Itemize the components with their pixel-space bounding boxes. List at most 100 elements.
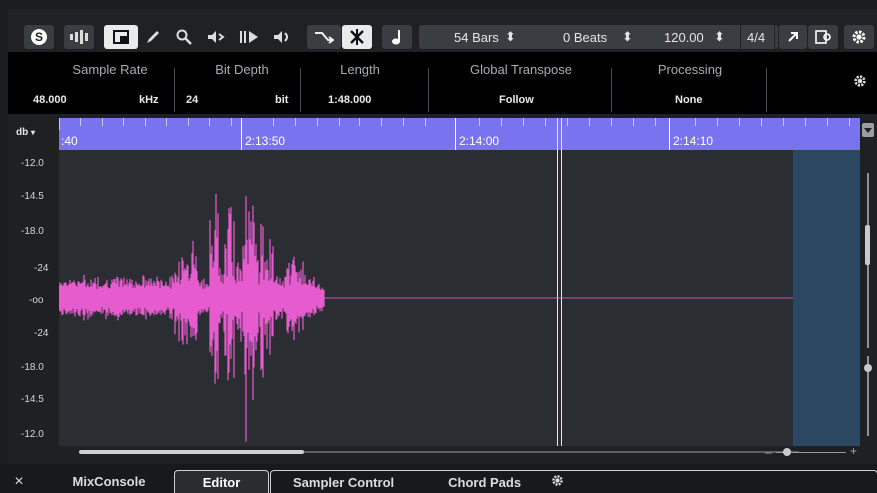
speaker-tool[interactable] xyxy=(267,25,297,49)
length-value[interactable]: 1:48.000 xyxy=(328,94,371,106)
level-scale: db ▾ -12.0 -14.5 -18.0 -24 -oo -24 -18.0… xyxy=(8,118,59,448)
db-tick: -12.0 xyxy=(21,429,44,440)
processing-value[interactable]: None xyxy=(675,94,703,106)
info-line-settings-button[interactable] xyxy=(853,74,867,93)
horizontal-scroll-thumb[interactable] xyxy=(79,450,304,454)
zoom-tool[interactable] xyxy=(170,25,198,49)
settings-button[interactable] xyxy=(844,25,874,49)
tab-mixconsole[interactable]: MixConsole xyxy=(44,470,174,493)
open-in-window-button[interactable] xyxy=(779,25,807,49)
audition-loop-icon xyxy=(70,30,88,44)
draw-tool[interactable] xyxy=(139,25,167,49)
signature-value: 4/4 xyxy=(747,29,766,45)
beats-field[interactable]: 0 Beats xyxy=(563,25,607,49)
sample-rate-label: Sample Rate xyxy=(72,62,148,77)
tab-settings[interactable] xyxy=(551,474,564,490)
auto-scroll-icon xyxy=(315,32,334,44)
signature-field[interactable]: 4/4 xyxy=(747,25,765,49)
tempo-value: 120.00 xyxy=(664,29,704,45)
tab-editor[interactable]: Editor xyxy=(174,470,269,493)
ruler-label: :40 xyxy=(61,134,78,148)
db-tick: -14.5 xyxy=(21,191,44,202)
tab-label: Editor xyxy=(202,474,241,490)
ruler-label: 2:13:50 xyxy=(245,134,286,148)
object-selection-tool[interactable] xyxy=(104,25,138,49)
divider xyxy=(766,68,767,112)
bit-depth-unit: bit xyxy=(275,94,289,106)
speaker-arrow-icon xyxy=(208,31,225,43)
beats-stepper[interactable]: ⬍ xyxy=(622,25,633,49)
processing-label: Processing xyxy=(657,62,723,77)
close-icon: × xyxy=(14,472,24,490)
sample-rate-value: 48.000 xyxy=(33,94,67,106)
playback-cursor[interactable] xyxy=(561,118,562,446)
ruler-label: 2:14:00 xyxy=(459,134,500,148)
gear-icon xyxy=(852,30,866,44)
level-scale-menu[interactable]: db ▾ xyxy=(16,127,35,138)
tempo-field[interactable]: 120.00 xyxy=(664,25,704,49)
separator xyxy=(740,25,741,49)
global-transpose-value[interactable]: Follow xyxy=(499,94,534,106)
horizontal-scroll-area: – + xyxy=(59,444,877,464)
window-layout-icon xyxy=(815,30,831,44)
time-ruler[interactable]: :40 2:13:50 2:14:00 2:14:10 xyxy=(59,118,861,150)
zoom-out-icon[interactable]: – xyxy=(765,445,772,459)
vertical-scroll-thumb[interactable] xyxy=(865,225,870,265)
selection-range-icon xyxy=(113,30,129,44)
bars-field[interactable]: 54 Bars xyxy=(454,25,499,49)
arrow-up-right-icon xyxy=(788,32,798,42)
audition-tool[interactable] xyxy=(202,25,230,49)
bit-depth-value[interactable]: 24 xyxy=(186,94,198,106)
tab-chord-pads[interactable]: Chord Pads xyxy=(448,475,521,490)
length-label: Length xyxy=(340,62,380,77)
beats-value: 0 Beats xyxy=(563,29,608,45)
ruler-label: 2:14:10 xyxy=(673,134,714,148)
tempo-stepper[interactable]: ⬍ xyxy=(714,25,725,49)
magnifier-icon xyxy=(176,29,192,45)
sample-rate-unit: kHz xyxy=(139,94,159,106)
snap-zero-crossing-icon xyxy=(350,29,364,45)
snap-to-zero-button[interactable] xyxy=(342,25,372,49)
db-label: db xyxy=(16,127,29,138)
chevron-down-icon xyxy=(864,128,872,133)
speaker-icon xyxy=(274,31,288,43)
close-lower-zone-button[interactable]: × xyxy=(9,470,29,493)
tab-sampler-control[interactable]: Sampler Control xyxy=(293,475,394,490)
db-tick: -24 xyxy=(34,263,49,274)
db-tick: -18.0 xyxy=(21,226,44,237)
playback-cursor[interactable] xyxy=(557,118,558,446)
play-bars-icon xyxy=(240,31,258,43)
tab-strip: Sampler Control Chord Pads xyxy=(270,470,877,493)
note-icon xyxy=(392,30,400,45)
musical-mode-button[interactable] xyxy=(382,25,412,49)
solo-icon: S xyxy=(31,29,47,45)
divider xyxy=(174,68,175,112)
up-down-icon: ⬍ xyxy=(622,29,633,44)
separator xyxy=(774,25,775,49)
divider xyxy=(428,68,429,112)
pencil-icon xyxy=(147,31,159,43)
gear-icon xyxy=(854,75,866,87)
auto-scroll-button[interactable] xyxy=(307,25,341,49)
up-down-icon: ⬍ xyxy=(714,29,725,44)
bit-depth-label: Bit Depth xyxy=(215,62,269,77)
ruler-menu-button[interactable] xyxy=(862,123,874,137)
info-line: Sample Rate 48.000 kHz Bit Depth 24 bit … xyxy=(8,52,877,114)
play-tool[interactable] xyxy=(234,25,264,49)
waveform-display[interactable] xyxy=(59,150,860,446)
selection-range[interactable] xyxy=(793,150,860,446)
divider xyxy=(611,68,612,112)
svg-text:S: S xyxy=(35,30,43,44)
vertical-zoom-handle[interactable] xyxy=(864,364,872,372)
horizontal-zoom-handle[interactable] xyxy=(783,448,791,456)
bars-value: 54 Bars xyxy=(454,29,499,45)
solo-editor-button[interactable]: S xyxy=(24,25,54,49)
horizontal-scroll-track[interactable] xyxy=(304,451,799,453)
global-transpose-label: Global Transpose xyxy=(470,62,572,77)
bars-stepper[interactable]: ⬍ xyxy=(505,25,516,49)
zoom-in-icon[interactable]: + xyxy=(850,444,857,458)
db-tick: -24 xyxy=(34,328,49,339)
acoustic-feedback-button[interactable] xyxy=(64,25,94,49)
db-tick: -oo xyxy=(29,295,44,306)
set-up-window-layout-button[interactable] xyxy=(808,25,838,49)
